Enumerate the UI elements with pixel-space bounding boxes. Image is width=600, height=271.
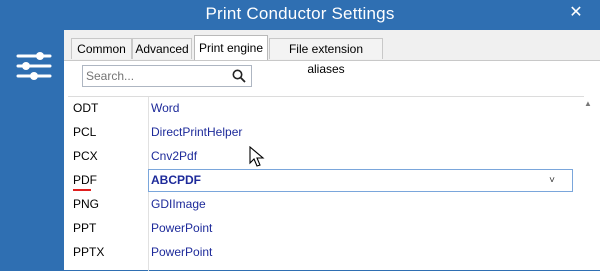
engine-dropdown[interactable]: ˅	[148, 169, 573, 192]
selection-underline	[73, 189, 91, 191]
extension-cell: PDF	[73, 173, 97, 187]
search-input[interactable]	[86, 68, 226, 84]
tab-common[interactable]: Common	[71, 38, 132, 59]
grid-row-png[interactable]: PNG GDIImage	[68, 193, 584, 217]
tab-advanced[interactable]: Advanced	[132, 38, 192, 59]
engine-cell[interactable]: PowerPoint	[151, 245, 212, 259]
settings-sliders-icon[interactable]	[14, 48, 54, 84]
grid-row-odt[interactable]: ODT Word	[68, 97, 584, 121]
chevron-down-icon[interactable]: ˅	[546, 172, 558, 190]
tab-file-extension-aliases[interactable]: File extension aliases	[269, 38, 383, 76]
engine-cell[interactable]: ABCPDF	[151, 173, 201, 187]
grid-row-pdf[interactable]: ˅ PDF ABCPDF	[68, 169, 584, 193]
engine-grid: ODT Word PCL DirectPrintHelper PCX Cnv2P…	[68, 96, 584, 271]
close-icon[interactable]: ✕	[566, 3, 586, 23]
extension-cell: PCL	[73, 125, 97, 139]
extension-cell: PCX	[73, 149, 98, 163]
sidebar	[0, 30, 64, 270]
grid-row-pcl[interactable]: PCL DirectPrintHelper	[68, 121, 584, 145]
extension-cell: PNG	[73, 197, 100, 211]
settings-panel: Common Advanced Print engine File extens…	[64, 30, 600, 271]
title-bar: Print Conductor Settings ✕	[0, 0, 600, 30]
search-box[interactable]	[82, 65, 252, 87]
engine-cell[interactable]: GDIImage	[151, 197, 206, 211]
grid-row-pcx[interactable]: PCX Cnv2Pdf	[68, 145, 584, 169]
extension-cell: PPTX	[73, 245, 105, 259]
window-title: Print Conductor Settings	[205, 4, 395, 23]
grid-row-ppt[interactable]: PPT PowerPoint	[68, 217, 584, 241]
extension-cell: PPT	[73, 221, 97, 235]
search-icon[interactable]	[232, 69, 246, 83]
extension-cell: ODT	[73, 101, 99, 115]
engine-cell[interactable]: Word	[151, 101, 179, 115]
tab-print-engine[interactable]: Print engine	[194, 35, 268, 60]
grid-row-pptx[interactable]: PPTX PowerPoint	[68, 241, 584, 265]
tab-strip: Common Advanced Print engine File extens…	[64, 30, 600, 76]
scroll-up-icon[interactable]: ▲	[582, 98, 594, 110]
mouse-cursor-icon	[249, 146, 265, 167]
engine-cell[interactable]: DirectPrintHelper	[151, 125, 242, 139]
engine-cell[interactable]: Cnv2Pdf	[151, 149, 197, 163]
engine-cell[interactable]: PowerPoint	[151, 221, 212, 235]
vertical-scrollbar[interactable]: ▲	[582, 96, 594, 270]
